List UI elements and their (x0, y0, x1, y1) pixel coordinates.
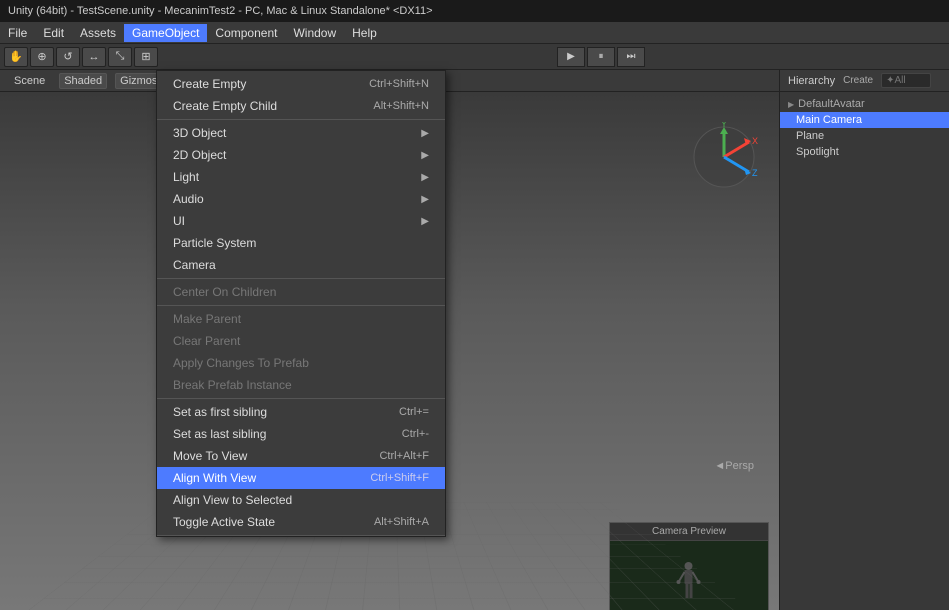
svg-text:X: X (752, 136, 758, 146)
dropdown-align-view-selected[interactable]: Align View to Selected (157, 489, 445, 511)
dropdown-camera[interactable]: Camera (157, 254, 445, 276)
dropdown-apply-prefab[interactable]: Apply Changes To Prefab (157, 352, 445, 374)
dropdown-light[interactable]: Light ▶ (157, 166, 445, 188)
scene-gizmo[interactable]: Y X Z (689, 122, 759, 192)
dropdown-create-empty[interactable]: Create Empty Ctrl+Shift+N (157, 73, 445, 95)
main-content: Scene Shaded Gizmos ✦All (0, 70, 949, 610)
hierarchy-item-label: DefaultAvatar (798, 98, 864, 110)
menu-edit[interactable]: Edit (35, 24, 72, 42)
dropdown-clear-parent[interactable]: Clear Parent (157, 330, 445, 352)
play-button[interactable]: ▶ (557, 47, 585, 67)
dropdown-section-objects: 3D Object ▶ 2D Object ▶ Light ▶ Audio ▶ … (157, 120, 445, 279)
hierarchy-item-label: Plane (796, 130, 824, 142)
gameobject-dropdown: Create Empty Ctrl+Shift+N Create Empty C… (156, 70, 446, 537)
dropdown-move-to-view[interactable]: Move To View Ctrl+Alt+F (157, 445, 445, 467)
dropdown-align-with-view[interactable]: Align With View Ctrl+Shift+F (157, 467, 445, 489)
dropdown-last-sibling[interactable]: Set as last sibling Ctrl+- (157, 423, 445, 445)
toolbar: ✋ ⊕ ↺ ↔ ⤡ ⊞ ▶ ⏸ ⏭ (0, 44, 949, 70)
dropdown-create-empty-child[interactable]: Create Empty Child Alt+Shift+N (157, 95, 445, 117)
title-bar: Unity (64bit) - TestScene.unity - Mecani… (0, 0, 949, 22)
tool-move[interactable]: ⊕ (30, 47, 54, 67)
hierarchy-title: Hierarchy (788, 75, 835, 87)
persp-label: ◄Persp (714, 460, 754, 472)
svg-text:Z: Z (752, 168, 758, 178)
menu-assets[interactable]: Assets (72, 24, 124, 42)
menu-component[interactable]: Component (207, 24, 285, 42)
hierarchy-item-maincamera[interactable]: Main Camera (780, 112, 949, 128)
tool-scale[interactable]: ↔ (82, 47, 106, 67)
hierarchy-content: ▶ DefaultAvatar Main Camera Plane Spotli… (780, 92, 949, 610)
dropdown-section-create: Create Empty Ctrl+Shift+N Create Empty C… (157, 71, 445, 120)
dropdown-section-center: Center On Children (157, 279, 445, 306)
menu-window[interactable]: Window (285, 24, 344, 42)
camera-preview-header: Camera Preview (610, 523, 768, 541)
tool-rect[interactable]: ⤡ (108, 47, 132, 67)
hierarchy-item-plane[interactable]: Plane (780, 128, 949, 144)
shading-dropdown[interactable]: Shaded (59, 73, 107, 89)
dropdown-first-sibling[interactable]: Set as first sibling Ctrl+= (157, 401, 445, 423)
dropdown-particle-system[interactable]: Particle System (157, 232, 445, 254)
hierarchy-create-button[interactable]: Create (843, 75, 873, 86)
scene-tab[interactable]: Scene (8, 73, 51, 89)
tool-rotate[interactable]: ↺ (56, 47, 80, 67)
dropdown-audio[interactable]: Audio ▶ (157, 188, 445, 210)
title-text: Unity (64bit) - TestScene.unity - Mecani… (8, 5, 433, 17)
camera-preview: Camera Preview (609, 522, 769, 610)
dropdown-make-parent[interactable]: Make Parent (157, 308, 445, 330)
tool-hand[interactable]: ✋ (4, 47, 28, 67)
dropdown-2dobject[interactable]: 2D Object ▶ (157, 144, 445, 166)
menu-file[interactable]: File (0, 24, 35, 42)
pause-button[interactable]: ⏸ (587, 47, 615, 67)
hierarchy-item-label: Spotlight (796, 146, 839, 158)
hierarchy-item-label: Main Camera (796, 114, 862, 126)
menu-gameobject[interactable]: GameObject (124, 24, 207, 42)
menu-help[interactable]: Help (344, 24, 385, 42)
dropdown-toggle-active[interactable]: Toggle Active State Alt+Shift+A (157, 511, 445, 533)
dropdown-ui[interactable]: UI ▶ (157, 210, 445, 232)
camera-preview-viewport (610, 541, 768, 610)
hierarchy-item-spotlight[interactable]: Spotlight (780, 144, 949, 160)
dropdown-section-prefab: Make Parent Clear Parent Apply Changes T… (157, 306, 445, 399)
step-button[interactable]: ⏭ (617, 47, 645, 67)
menu-bar: File Edit Assets GameObject Component Wi… (0, 22, 949, 44)
dropdown-section-view: Set as first sibling Ctrl+= Set as last … (157, 399, 445, 536)
dropdown-center-children[interactable]: Center On Children (157, 281, 445, 303)
svg-text:Y: Y (721, 122, 727, 129)
hierarchy-panel: Hierarchy Create ▶ DefaultAvatar Main Ca… (779, 70, 949, 610)
tool-transform[interactable]: ⊞ (134, 47, 158, 67)
preview-character (677, 558, 702, 610)
hierarchy-item-defaultavatar[interactable]: ▶ DefaultAvatar (780, 96, 949, 112)
dropdown-break-prefab[interactable]: Break Prefab Instance (157, 374, 445, 396)
dropdown-3dobject[interactable]: 3D Object ▶ (157, 122, 445, 144)
hierarchy-header: Hierarchy Create (780, 70, 949, 92)
expand-icon: ▶ (788, 100, 794, 109)
hierarchy-search-input[interactable] (881, 73, 931, 88)
